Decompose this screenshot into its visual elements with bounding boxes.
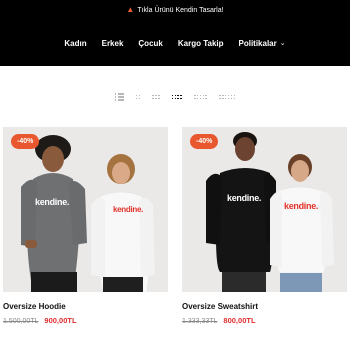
discount-badge: -40% bbox=[190, 134, 219, 149]
grid-option-2[interactable] bbox=[135, 94, 141, 100]
sweatshirt-print-light: kendine. bbox=[284, 201, 319, 211]
nav-item-kargo-takip[interactable]: Kargo Takip bbox=[178, 39, 224, 48]
nav-item-politikalar[interactable]: Politikalar ⌄ bbox=[239, 39, 286, 48]
nav-dropdown-label: Politikalar bbox=[238, 38, 277, 48]
grid-option-5[interactable] bbox=[193, 94, 208, 100]
discount-badge: -40% bbox=[11, 134, 40, 149]
hoodie-print-dark: kendine. bbox=[35, 197, 70, 207]
nav-item-kadin[interactable]: Kadın bbox=[64, 39, 86, 48]
product-card[interactable]: kendine. kendine. -40% Oversize Sweatshi… bbox=[182, 127, 347, 325]
hoodie-print-light: kendine. bbox=[113, 205, 144, 214]
nav-item-cocuk[interactable]: Çocuk bbox=[138, 39, 162, 48]
main-nav: Kadın Erkek Çocuk Kargo Takip Politikala… bbox=[0, 20, 350, 66]
product-card[interactable]: kendine. kendine. -40% Oversize Hoodie 1… bbox=[3, 127, 168, 325]
price-row: 1.333,33TL 800,00TL bbox=[182, 316, 347, 325]
price-row: 1.500,00TL 900,00TL bbox=[3, 316, 168, 325]
announcement-bar[interactable]: ▲ Tıkla Ürünü Kendin Tasarla! bbox=[0, 0, 350, 20]
product-photo-hoodie bbox=[3, 127, 168, 292]
sweatshirt-print-dark: kendine. bbox=[227, 193, 262, 203]
product-title[interactable]: Oversize Sweatshirt bbox=[182, 302, 347, 311]
product-title[interactable]: Oversize Hoodie bbox=[3, 302, 168, 311]
old-price: 1.500,00TL bbox=[3, 318, 39, 325]
grid-option-list[interactable] bbox=[114, 93, 124, 101]
nav-item-erkek[interactable]: Erkek bbox=[102, 39, 124, 48]
product-image[interactable]: kendine. kendine. -40% bbox=[3, 127, 168, 292]
old-price: 1.333,33TL bbox=[182, 318, 218, 325]
grid-option-3[interactable] bbox=[152, 94, 160, 100]
product-photo-sweatshirt bbox=[182, 127, 347, 292]
grid-layout-switcher bbox=[0, 92, 350, 102]
announcement-text: Tıkla Ürünü Kendin Tasarla! bbox=[137, 6, 224, 14]
sale-price: 900,00TL bbox=[44, 316, 77, 325]
product-image[interactable]: kendine. kendine. -40% bbox=[182, 127, 347, 292]
flame-icon: ▲ bbox=[126, 5, 135, 14]
grid-option-4[interactable] bbox=[171, 94, 182, 100]
chevron-down-icon: ⌄ bbox=[279, 40, 286, 47]
grid-option-6[interactable] bbox=[219, 94, 236, 100]
sale-price: 800,00TL bbox=[223, 316, 256, 325]
